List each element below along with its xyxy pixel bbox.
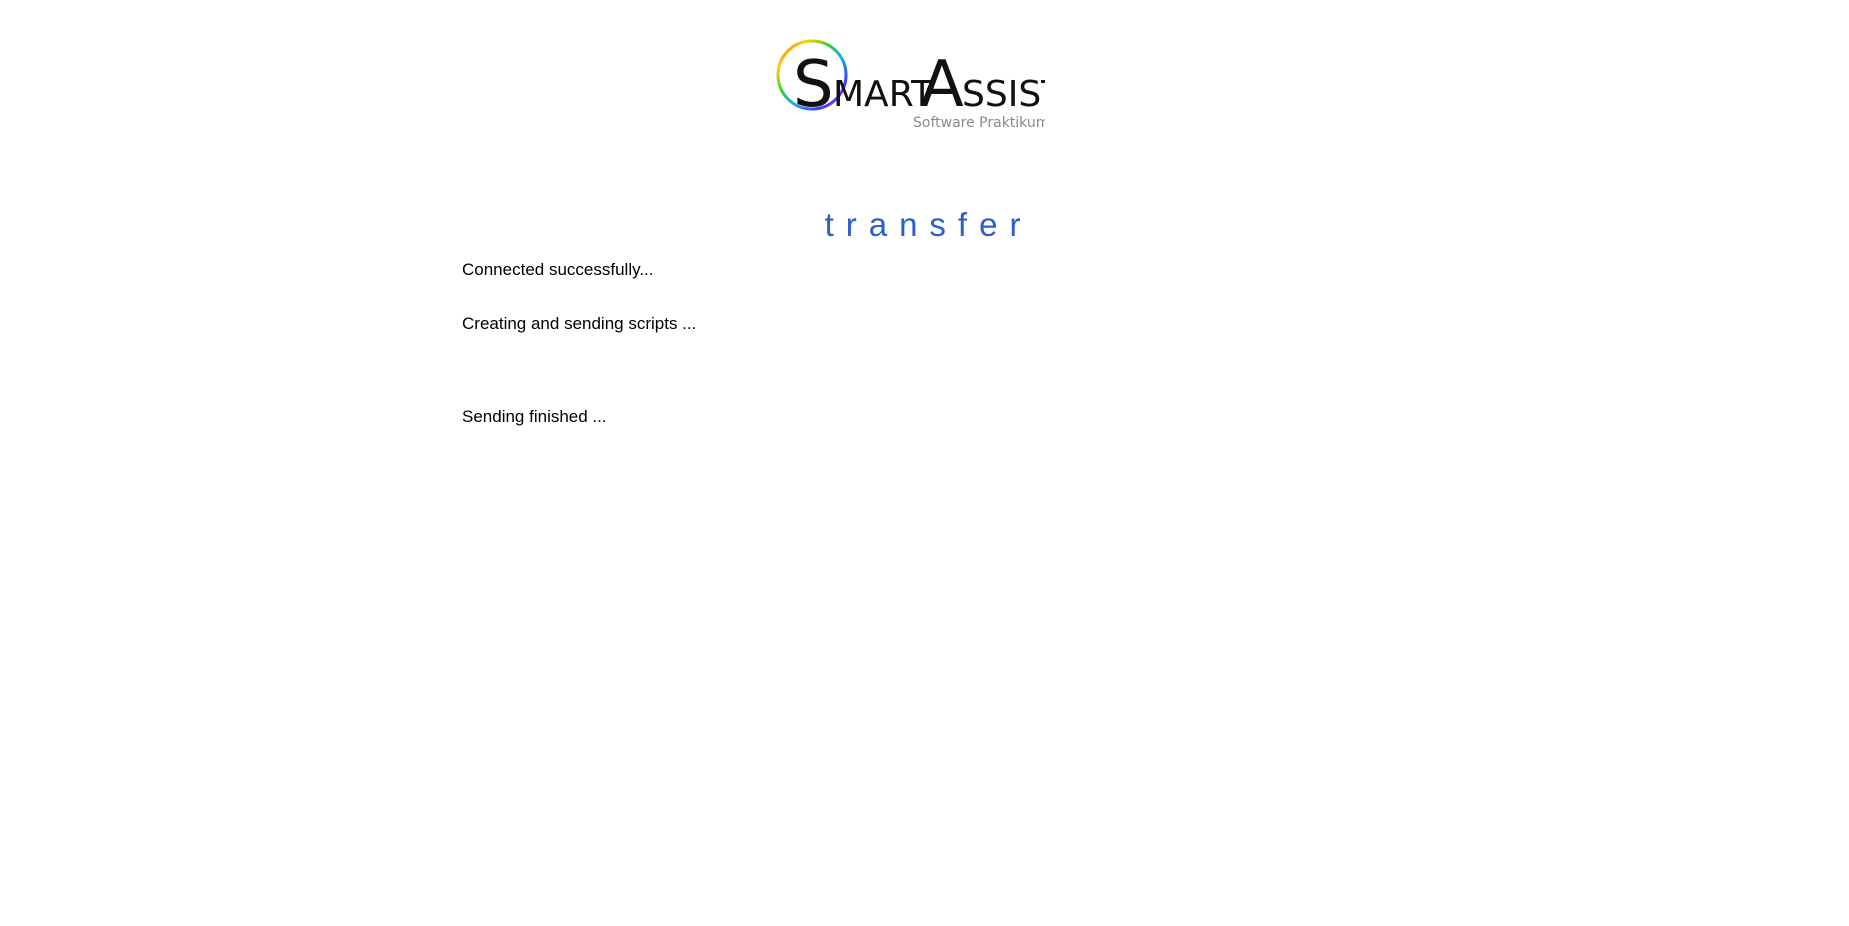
status-connected: Connected successfully... <box>462 260 654 279</box>
logo-letter-a: A <box>920 48 964 122</box>
status-creating: Creating and sending scripts ... <box>462 314 697 333</box>
logo-letter-s: S <box>793 48 834 122</box>
logo-word-ssist: SSIST <box>962 74 1045 115</box>
page-title: transfer <box>824 206 1033 243</box>
status-finished: Sending finished ... <box>462 407 607 426</box>
smartassist-logo: S MART A SSIST Software Praktikum <box>775 38 1045 134</box>
logo-graphic: S MART A SSIST Software Praktikum <box>776 39 1045 131</box>
logo-word-mart: MART <box>833 74 934 115</box>
logo-subtitle: Software Praktikum <box>913 115 1045 131</box>
